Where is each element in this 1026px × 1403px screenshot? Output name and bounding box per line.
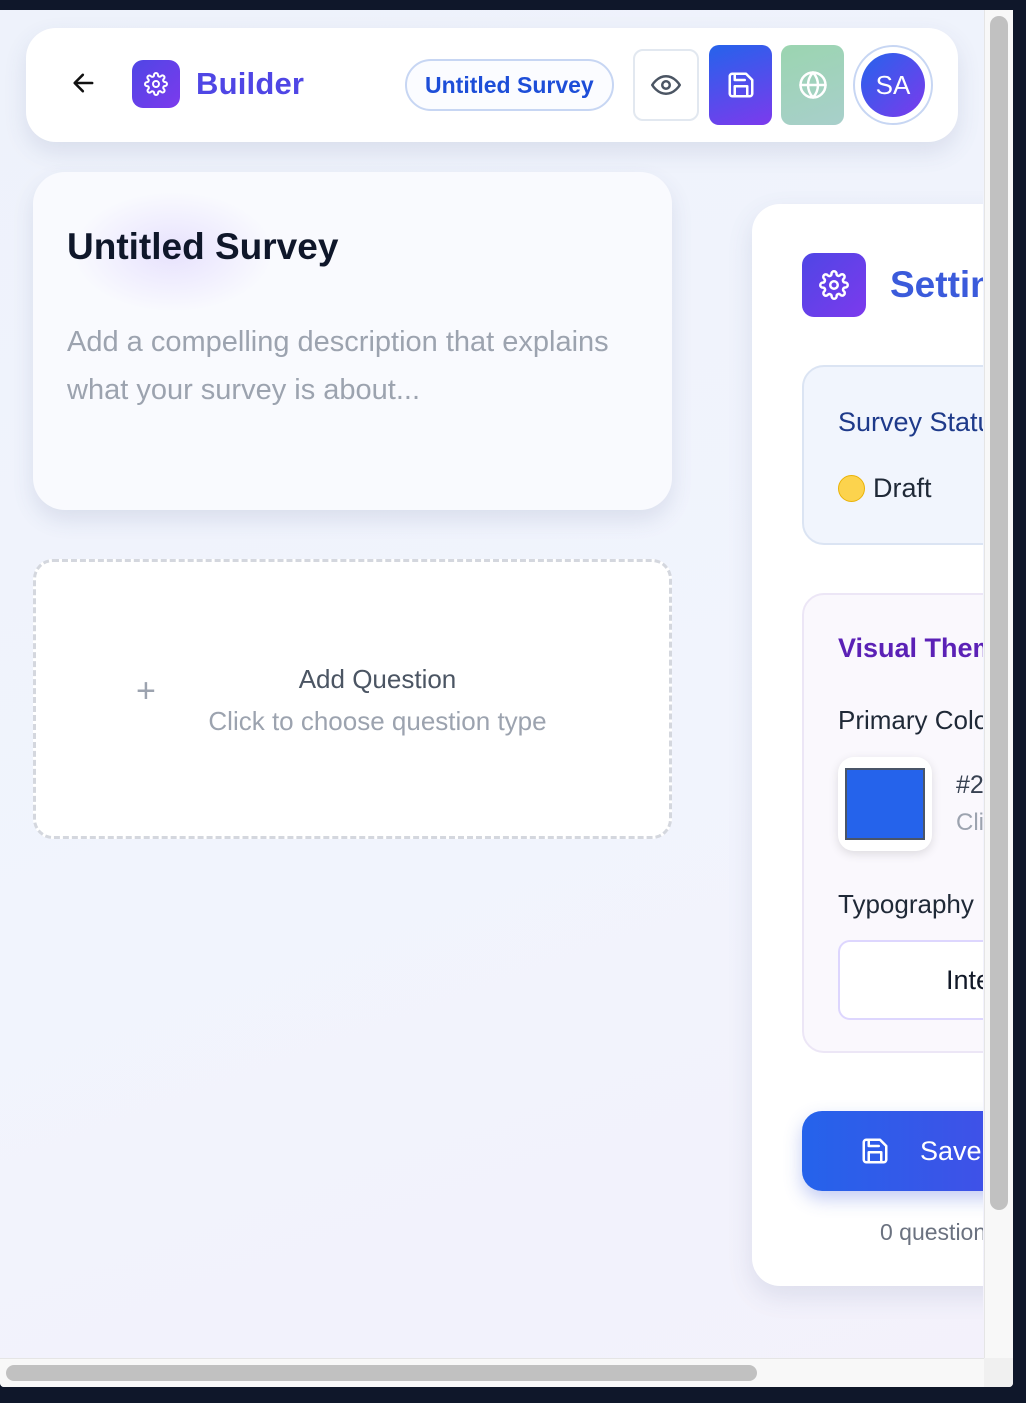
arrow-left-icon <box>73 73 94 93</box>
brand-title: Builder <box>196 66 305 101</box>
save-icon-button[interactable] <box>709 45 772 125</box>
horizontal-scrollbar-thumb[interactable] <box>6 1365 757 1381</box>
save-survey-button[interactable]: Save Survey <box>802 1111 983 1191</box>
save-survey-label: Save Survey <box>920 1135 983 1166</box>
add-question-button[interactable]: + Add Question Click to choose question … <box>33 559 672 839</box>
gear-icon <box>819 270 849 300</box>
color-swatch <box>845 768 925 840</box>
add-question-title: Add Question <box>298 664 457 694</box>
status-dot-icon <box>838 475 865 502</box>
app-window: Builder Untitled Survey SA Untitled Surv… <box>0 10 1013 1387</box>
survey-header-card: Untitled Survey Add a compelling descrip… <box>33 172 672 510</box>
avatar-initials: SA <box>861 53 925 117</box>
question-count: 0 questions <box>880 1219 983 1245</box>
status-value: Draft <box>873 473 932 503</box>
gear-icon <box>144 72 168 96</box>
user-avatar[interactable]: SA <box>853 45 933 125</box>
eye-icon <box>651 75 681 95</box>
vertical-scrollbar-thumb[interactable] <box>990 16 1008 1210</box>
save-icon <box>728 72 753 98</box>
typography-label: Typography <box>838 889 974 919</box>
back-button[interactable] <box>66 65 102 101</box>
primary-color-picker[interactable] <box>838 757 932 851</box>
builder-logo <box>132 60 180 108</box>
survey-title[interactable]: Untitled Survey <box>67 226 338 268</box>
primary-color-label: Primary Color <box>838 705 983 735</box>
add-question-subtitle: Click to choose question type <box>208 706 547 736</box>
survey-status-card: Survey Status Draft <box>802 365 983 545</box>
scrollbar-corner <box>984 1358 1013 1387</box>
primary-color-hex: #2563eb <box>956 771 983 799</box>
publish-button[interactable] <box>781 45 844 125</box>
status-badge: Draft <box>838 473 932 504</box>
save-icon <box>862 1138 888 1164</box>
visual-theme-label: Visual Theme <box>838 633 983 663</box>
visual-theme-card: Visual Theme Primary Color #2563eb Click… <box>802 593 983 1053</box>
top-header: Builder Untitled Survey SA <box>26 28 958 142</box>
settings-logo <box>802 253 866 317</box>
settings-panel: Settings Survey Status Draft Visual Them… <box>752 204 983 1286</box>
preview-button[interactable] <box>633 49 699 121</box>
survey-status-label: Survey Status <box>838 407 983 437</box>
survey-title-pill[interactable]: Untitled Survey <box>405 59 614 111</box>
survey-description[interactable]: Add a compelling description that explai… <box>67 318 627 414</box>
typography-select[interactable]: Inter <box>838 940 983 1020</box>
globe-icon <box>798 71 827 99</box>
primary-color-hint: Click to change <box>956 809 983 836</box>
settings-title: Settings <box>890 264 983 305</box>
